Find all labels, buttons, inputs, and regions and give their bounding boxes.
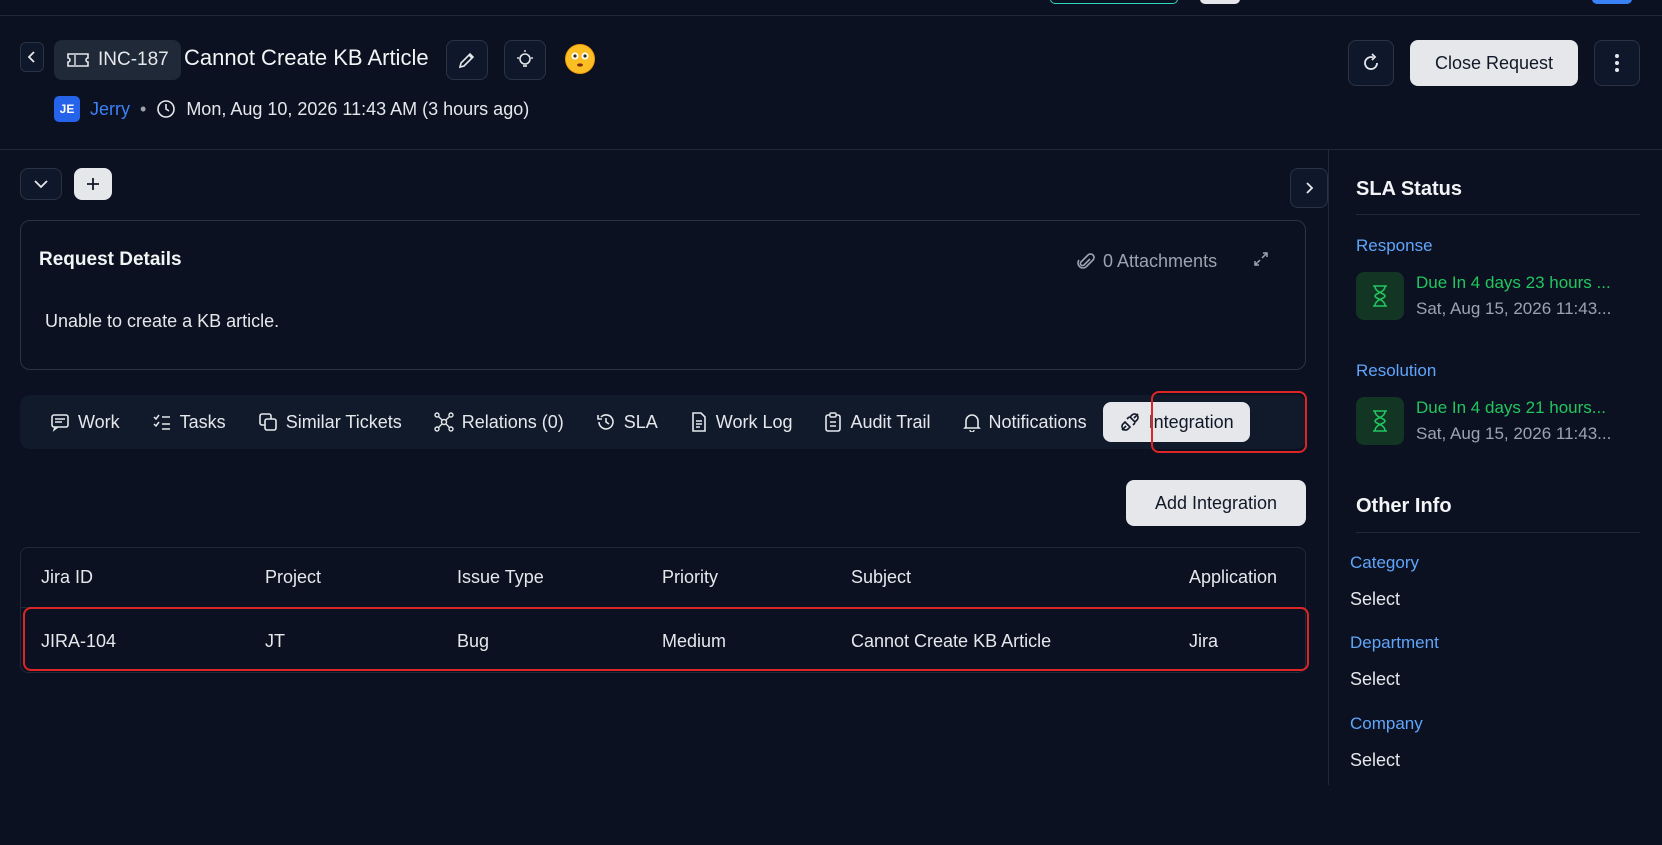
sla-status-title: SLA Status bbox=[1356, 178, 1462, 200]
tab-label: Work Log bbox=[715, 411, 793, 432]
request-description: Unable to create a KB article. bbox=[45, 311, 280, 331]
expand-icon[interactable] bbox=[1253, 251, 1269, 272]
resolution-date: Sat, Aug 15, 2026 11:43... bbox=[1416, 424, 1612, 443]
ticket-header: INC-187 Cannot Create KB Article JE Jerr… bbox=[0, 16, 1662, 150]
tab-label: Relations (0) bbox=[461, 411, 564, 432]
resolution-due: Due In 4 days 21 hours... bbox=[1416, 398, 1606, 417]
response-date: Sat, Aug 15, 2026 11:43... bbox=[1416, 299, 1612, 318]
attachments-count: 0 Attachments bbox=[1103, 251, 1218, 271]
clipboard-icon bbox=[825, 412, 842, 432]
tab-work-log[interactable]: Work Log bbox=[674, 402, 809, 442]
flushed-face-icon bbox=[566, 45, 594, 73]
pencil-icon bbox=[458, 52, 475, 69]
row-highlight-box bbox=[23, 607, 1309, 671]
clock-icon bbox=[157, 100, 176, 118]
suggestion-button[interactable] bbox=[504, 40, 546, 80]
page-title: Cannot Create KB Article bbox=[184, 45, 429, 70]
attachments-link[interactable]: 0 Attachments bbox=[1077, 251, 1217, 272]
tab-label: Similar Tickets bbox=[285, 411, 402, 432]
paperclip-icon bbox=[1077, 252, 1095, 269]
collapse-button[interactable] bbox=[20, 168, 62, 200]
department-select[interactable]: Select bbox=[1350, 669, 1400, 690]
document-icon bbox=[691, 412, 706, 432]
toggle-sidebar-button[interactable] bbox=[1290, 168, 1328, 208]
other-info-title: Other Info bbox=[1356, 495, 1452, 517]
back-button[interactable] bbox=[20, 42, 44, 72]
ticket-id: INC-187 bbox=[98, 49, 169, 70]
tab-label: SLA bbox=[623, 411, 658, 432]
tab-notifications[interactable]: Notifications bbox=[947, 402, 1103, 442]
response-due: Due In 4 days 23 hours ... bbox=[1416, 273, 1611, 292]
edit-title-button[interactable] bbox=[446, 40, 488, 80]
chevron-right-icon bbox=[1306, 182, 1314, 194]
more-options-button[interactable] bbox=[1594, 40, 1640, 86]
company-label: Company bbox=[1350, 714, 1423, 733]
category-select[interactable]: Select bbox=[1350, 589, 1400, 610]
category-label: Category bbox=[1350, 553, 1419, 572]
tab-label: Notifications bbox=[988, 411, 1087, 432]
divider bbox=[1356, 532, 1640, 533]
hourglass-icon bbox=[1356, 272, 1404, 320]
kebab-menu-icon bbox=[1615, 54, 1619, 72]
relations-icon bbox=[434, 412, 454, 432]
response-label: Response bbox=[1356, 236, 1433, 255]
chevron-left-icon bbox=[27, 51, 35, 63]
refresh-button[interactable] bbox=[1348, 40, 1394, 86]
tab-audit-trail[interactable]: Audit Trail bbox=[808, 402, 946, 442]
top-outline-button[interactable] bbox=[1050, 0, 1178, 4]
request-details-card: Request Details 0 Attachments Unable to … bbox=[20, 220, 1306, 370]
tab-tasks[interactable]: Tasks bbox=[136, 402, 242, 442]
company-select[interactable]: Select bbox=[1350, 750, 1400, 771]
message-icon bbox=[51, 414, 69, 432]
priority-emoji-icon[interactable] bbox=[565, 44, 595, 74]
refresh-icon bbox=[1364, 53, 1378, 70]
top-blue-button[interactable] bbox=[1592, 0, 1632, 4]
history-icon bbox=[596, 414, 614, 430]
department-label: Department bbox=[1350, 633, 1439, 652]
checklist-icon bbox=[153, 414, 170, 430]
hourglass-icon bbox=[1356, 397, 1404, 445]
tab-label: Audit Trail bbox=[850, 411, 931, 432]
tab-label: Tasks bbox=[179, 411, 226, 432]
meta-separator: • bbox=[140, 98, 147, 119]
ticket-id-chip[interactable]: INC-187 bbox=[54, 40, 181, 80]
divider bbox=[1356, 214, 1640, 215]
bell-icon bbox=[962, 414, 981, 432]
top-strip bbox=[0, 0, 1662, 16]
column-header[interactable]: Jira ID bbox=[41, 567, 93, 588]
column-header[interactable]: Subject bbox=[851, 567, 911, 588]
top-light-button[interactable] bbox=[1200, 0, 1240, 4]
right-sidebar: SLA Status Response Due In 4 days 23 hou… bbox=[1328, 150, 1662, 785]
tab-similar-tickets[interactable]: Similar Tickets bbox=[242, 402, 418, 442]
tab-label: Work bbox=[78, 411, 120, 432]
lightbulb-icon bbox=[517, 50, 533, 67]
column-header[interactable]: Application bbox=[1189, 567, 1277, 588]
add-integration-button[interactable]: Add Integration bbox=[1126, 480, 1306, 526]
plug-icon bbox=[1120, 413, 1139, 431]
column-header[interactable]: Issue Type bbox=[457, 567, 544, 588]
chevron-down-icon bbox=[34, 180, 48, 189]
column-header[interactable]: Project bbox=[265, 567, 321, 588]
tab-sla[interactable]: SLA bbox=[580, 402, 674, 442]
ticket-icon bbox=[67, 53, 89, 67]
response-sla: Due In 4 days 23 hours ... Sat, Aug 15, … bbox=[1356, 266, 1646, 326]
plus-icon bbox=[87, 178, 99, 190]
close-request-button[interactable]: Close Request bbox=[1410, 40, 1578, 86]
resolution-sla: Due In 4 days 21 hours... Sat, Aug 15, 2… bbox=[1356, 391, 1646, 451]
copy-icon bbox=[258, 413, 277, 431]
requester-link[interactable]: Jerry bbox=[90, 99, 130, 120]
tab-relations[interactable]: Relations (0) bbox=[418, 402, 580, 442]
request-details-title: Request Details bbox=[39, 249, 182, 270]
column-header[interactable]: Priority bbox=[662, 567, 718, 588]
ticket-tabs: Work Tasks Similar Tickets Relations (0)… bbox=[20, 395, 1306, 449]
tab-work[interactable]: Work bbox=[34, 402, 136, 442]
table-header: Jira ID Project Issue Type Priority Subj… bbox=[21, 548, 1305, 608]
resolution-label: Resolution bbox=[1356, 361, 1437, 380]
tab-highlight-box bbox=[1151, 391, 1307, 453]
created-timestamp: Mon, Aug 10, 2026 11:43 AM (3 hours ago) bbox=[186, 98, 530, 119]
avatar: JE bbox=[54, 96, 80, 122]
add-button[interactable] bbox=[74, 168, 112, 200]
ticket-meta: JE Jerry • Mon, Aug 10, 2026 11:43 AM (3… bbox=[54, 96, 529, 122]
